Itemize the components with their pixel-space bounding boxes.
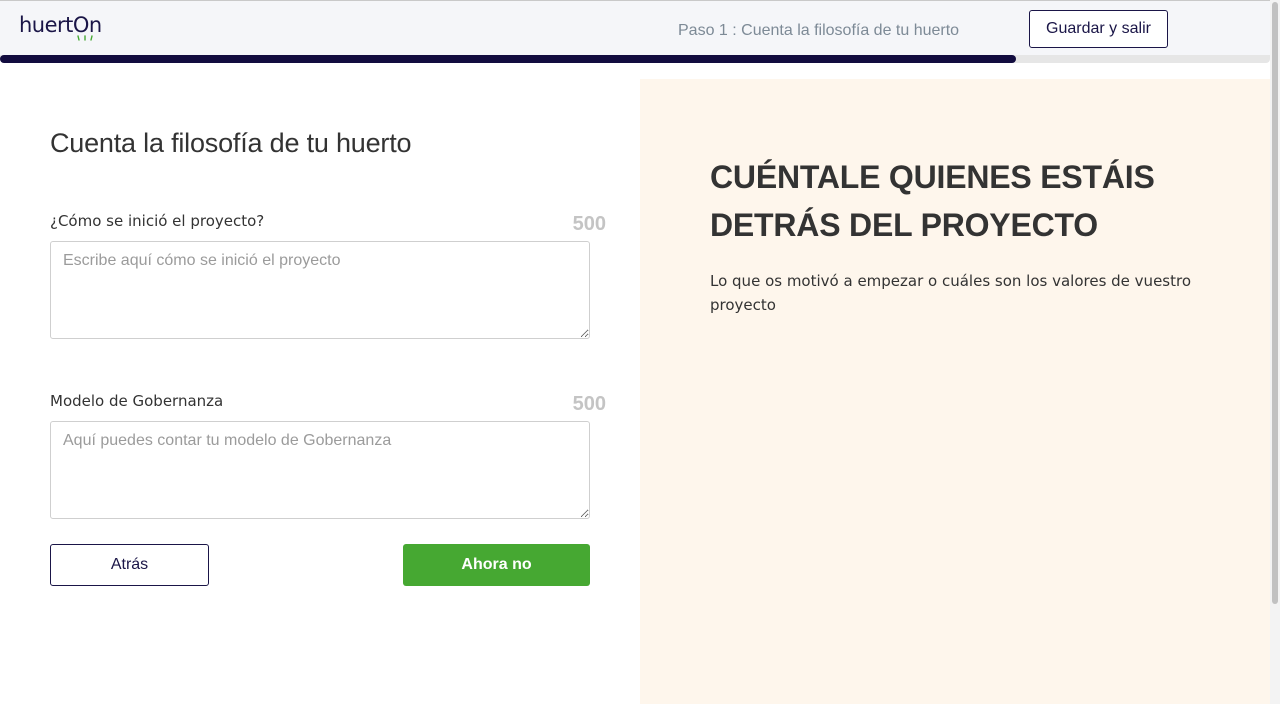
huerton-logo[interactable]: huertOn bbox=[19, 13, 102, 37]
progress-bar bbox=[0, 55, 1270, 63]
page-title: Cuenta la filosofía de tu huerto bbox=[50, 128, 412, 158]
page-scrollbar[interactable] bbox=[1270, 0, 1280, 704]
project-origin-label: ¿Cómo se inició el proyecto? bbox=[50, 212, 265, 230]
scrollbar-thumb[interactable] bbox=[1272, 2, 1278, 604]
governance-label: Modelo de Gobernanza bbox=[50, 392, 224, 410]
info-heading: CUÉNTALE QUIENES ESTÁIS DETRÁS DEL PROYE… bbox=[710, 159, 1155, 243]
step-indicator: Paso 1 : Cuenta la filosofía de tu huert… bbox=[678, 22, 960, 39]
governance-textarea[interactable] bbox=[50, 421, 590, 519]
progress-bar-fill bbox=[0, 55, 1016, 63]
project-origin-textarea[interactable] bbox=[50, 241, 590, 339]
sprout-icon bbox=[77, 35, 93, 41]
info-description: Lo que os motivó a empezar o cuáles son … bbox=[710, 272, 1192, 314]
top-header: huertOn Paso 1 : Cuenta la filosofía de … bbox=[0, 0, 1270, 56]
project-origin-char-count: 500 bbox=[572, 213, 606, 235]
not-now-button[interactable]: Ahora no bbox=[403, 544, 590, 586]
info-panel: CUÉNTALE QUIENES ESTÁIS DETRÁS DEL PROYE… bbox=[640, 79, 1270, 704]
save-and-exit-button[interactable]: Guardar y salir bbox=[1029, 10, 1168, 48]
governance-char-count: 500 bbox=[572, 393, 606, 415]
back-button[interactable]: Atrás bbox=[50, 544, 209, 586]
